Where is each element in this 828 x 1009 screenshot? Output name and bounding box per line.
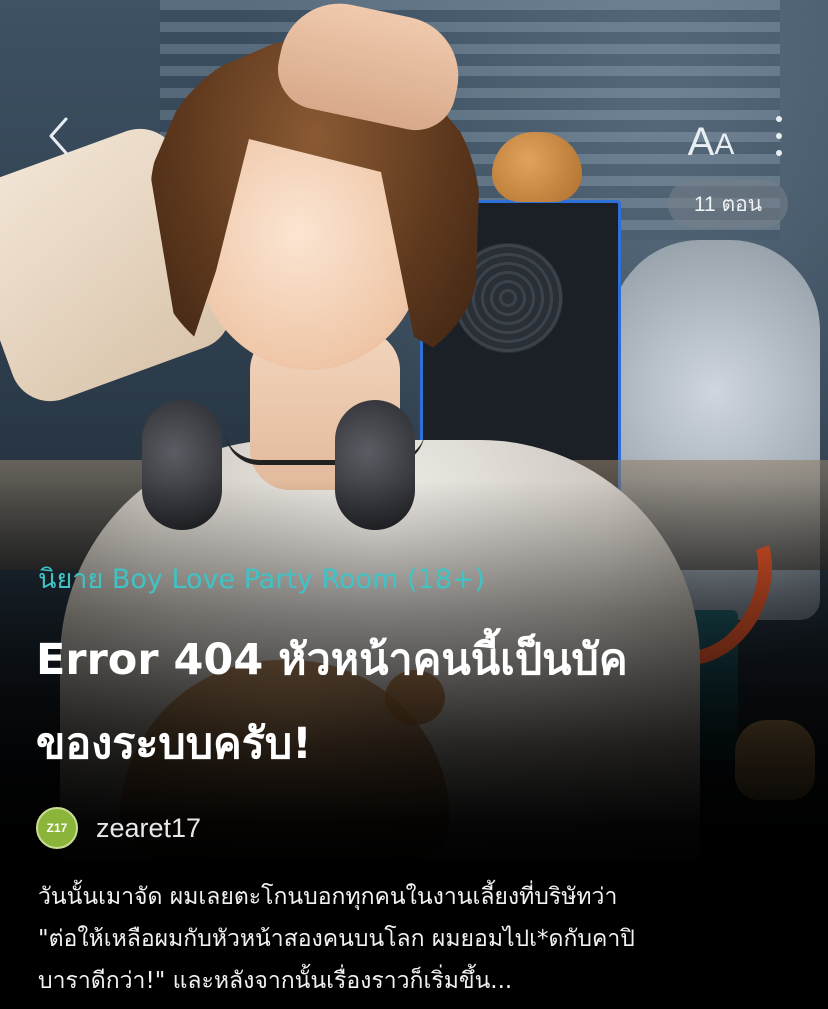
story-title-line: ของระบบครับ! [36,719,312,769]
synopsis-line: บาราดีกว่า!" และหลังจากนั้นเรื่องราวก็เร… [38,968,513,994]
back-button[interactable] [38,108,78,164]
episode-count-badge: 11 ตอน [668,180,788,228]
font-size-icon-large: A [687,120,715,164]
more-vertical-icon-dot [776,116,782,122]
story-synopsis: วันนั้นเมาจัด ผมเลยตะโกนบอกทุกคนในงานเลี… [38,876,808,1002]
capybara-figure [492,132,582,202]
author-link[interactable]: Z17 zearet17 [36,806,201,850]
author-name: zearet17 [96,812,202,843]
more-options-button[interactable] [764,112,794,160]
font-size-icon-small: A [714,128,735,161]
synopsis-line: วันนั้นเมาจัด ผมเลยตะโกนบอกทุกคนในงานเลี… [38,884,618,910]
font-size-button[interactable]: AA [676,112,746,162]
story-category[interactable]: นิยาย Boy Love Party Room (18+) [38,557,798,600]
synopsis-line: "ต่อให้เหลือผมกับหัวหน้าสองคนบนโลก ผมยอม… [38,926,635,952]
avatar: Z17 [36,807,78,849]
chevron-left-icon [47,116,69,156]
more-vertical-icon-dot [776,133,782,139]
more-vertical-icon-dot [776,150,782,156]
story-title: Error 404 หัวหน้าคนนี้เป็นบัค ของระบบครั… [36,618,796,786]
story-title-line: Error 404 หัวหน้าคนนี้เป็นบัค [36,635,628,685]
